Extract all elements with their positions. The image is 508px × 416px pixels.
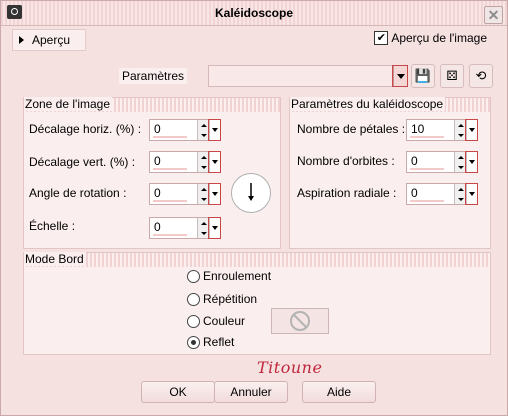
orbits-label: Nombre d'orbites : <box>297 154 395 168</box>
spin-down-icon[interactable] <box>197 228 209 238</box>
parameters-row: Paramètres 💾 ⚄ ⟲ <box>7 63 501 89</box>
spin-down-icon[interactable] <box>454 194 466 204</box>
preset-dropdown[interactable] <box>208 65 408 87</box>
petals-label: Nombre de pétales : <box>297 122 406 136</box>
help-button[interactable]: Aide <box>302 381 376 403</box>
spin-up-icon[interactable] <box>197 184 209 194</box>
radio-label: Couleur <box>203 314 246 328</box>
scale-spinner[interactable] <box>149 217 221 239</box>
save-icon: 💾 <box>414 68 432 83</box>
mode-bord-title: Mode Bord <box>24 252 86 266</box>
apercu-image-checkbox[interactable]: ✔ Aperçu de l'image <box>374 31 487 45</box>
author-signature: Titoune <box>257 358 323 377</box>
radial-suction-label: Aspiration radiale : <box>297 186 397 200</box>
close-button[interactable]: ✕ <box>484 6 503 24</box>
scale-label: Échelle : <box>29 219 76 233</box>
checkbox-box[interactable]: ✔ <box>374 31 389 45</box>
spin-up-icon[interactable] <box>197 120 209 130</box>
reset-icon: ⟲ <box>475 68 487 83</box>
horiz-offset-label: Décalage horiz. (%) : <box>29 122 142 136</box>
zone-image-group: Zone de l'image Décalage horiz. (%) : Dé… <box>23 97 281 249</box>
no-color-icon <box>290 311 310 331</box>
spin-down-icon[interactable] <box>197 130 209 140</box>
save-preset-button[interactable]: 💾 <box>411 64 435 88</box>
parameters-label: Paramètres <box>119 68 188 84</box>
kaleido-params-title: Paramètres du kaléidoscope <box>290 97 446 111</box>
spin-down-icon[interactable] <box>454 162 466 172</box>
orbits-spinner[interactable] <box>406 151 478 173</box>
apercu-toggle-button[interactable]: Aperçu <box>12 29 86 51</box>
spin-down-icon[interactable] <box>454 130 466 140</box>
petals-spinner[interactable] <box>406 119 478 141</box>
apercu-label: Aperçu <box>32 33 71 47</box>
rotation-dial[interactable] <box>231 173 271 213</box>
window-title: Kaléidoscope <box>214 6 294 20</box>
radio-couleur[interactable]: Couleur <box>187 314 245 328</box>
zone-image-title: Zone de l'image <box>24 97 113 111</box>
color-swatch-button[interactable] <box>271 308 329 334</box>
randomize-button[interactable]: ⚄ <box>440 64 464 88</box>
spinner-dropdown-icon[interactable] <box>208 217 221 239</box>
preview-row: Aperçu ✔ Aperçu de l'image <box>7 29 501 51</box>
spin-up-icon[interactable] <box>197 218 209 228</box>
expand-triangle-icon <box>19 36 24 44</box>
spin-up-icon[interactable] <box>454 152 466 162</box>
spinner-dropdown-icon[interactable] <box>465 119 478 141</box>
radio-label: Enroulement <box>203 269 272 283</box>
rotation-angle-label: Angle de rotation : <box>29 186 127 200</box>
radio-button[interactable] <box>187 314 200 328</box>
spinner-dropdown-icon[interactable] <box>208 183 221 205</box>
spinner-dropdown-icon[interactable] <box>208 151 221 173</box>
radio-repetition[interactable]: Répétition <box>187 292 257 306</box>
radio-reflet[interactable]: Reflet <box>187 335 234 349</box>
horiz-offset-spinner[interactable] <box>149 119 221 141</box>
title-bar[interactable]: Kaléidoscope ✕ <box>1 1 507 26</box>
radio-label: Répétition <box>203 292 258 306</box>
reset-button[interactable]: ⟲ <box>469 64 493 88</box>
spinner-dropdown-icon[interactable] <box>208 119 221 141</box>
dice-icon: ⚄ <box>446 68 458 83</box>
rotation-angle-spinner[interactable] <box>149 183 221 205</box>
radio-label: Reflet <box>203 335 235 349</box>
apercu-image-label: Aperçu de l'image <box>391 31 487 45</box>
dropdown-arrow-icon[interactable] <box>392 65 408 87</box>
dialog-window: Kaléidoscope ✕ Aperçu ✔ Aperçu de l'imag… <box>0 0 508 416</box>
spin-up-icon[interactable] <box>197 152 209 162</box>
close-icon: ✕ <box>487 7 500 23</box>
spinner-dropdown-icon[interactable] <box>465 183 478 205</box>
vert-offset-label: Décalage vert. (%) : <box>29 155 136 169</box>
spin-down-icon[interactable] <box>197 162 209 172</box>
spin-up-icon[interactable] <box>454 120 466 130</box>
vert-offset-spinner[interactable] <box>149 151 221 173</box>
spinner-dropdown-icon[interactable] <box>465 151 478 173</box>
radio-button[interactable] <box>187 335 200 349</box>
cancel-button[interactable]: Annuler <box>214 381 288 403</box>
radio-enroulement[interactable]: Enroulement <box>187 269 271 283</box>
radial-suction-spinner[interactable] <box>406 183 478 205</box>
radio-button[interactable] <box>187 269 200 283</box>
spin-down-icon[interactable] <box>197 194 209 204</box>
dial-needle-icon <box>248 183 254 201</box>
radio-button[interactable] <box>187 292 200 306</box>
spin-up-icon[interactable] <box>454 184 466 194</box>
ok-button[interactable]: OK <box>141 381 215 403</box>
kaleido-params-group: Paramètres du kaléidoscope Nombre de pét… <box>289 97 491 249</box>
